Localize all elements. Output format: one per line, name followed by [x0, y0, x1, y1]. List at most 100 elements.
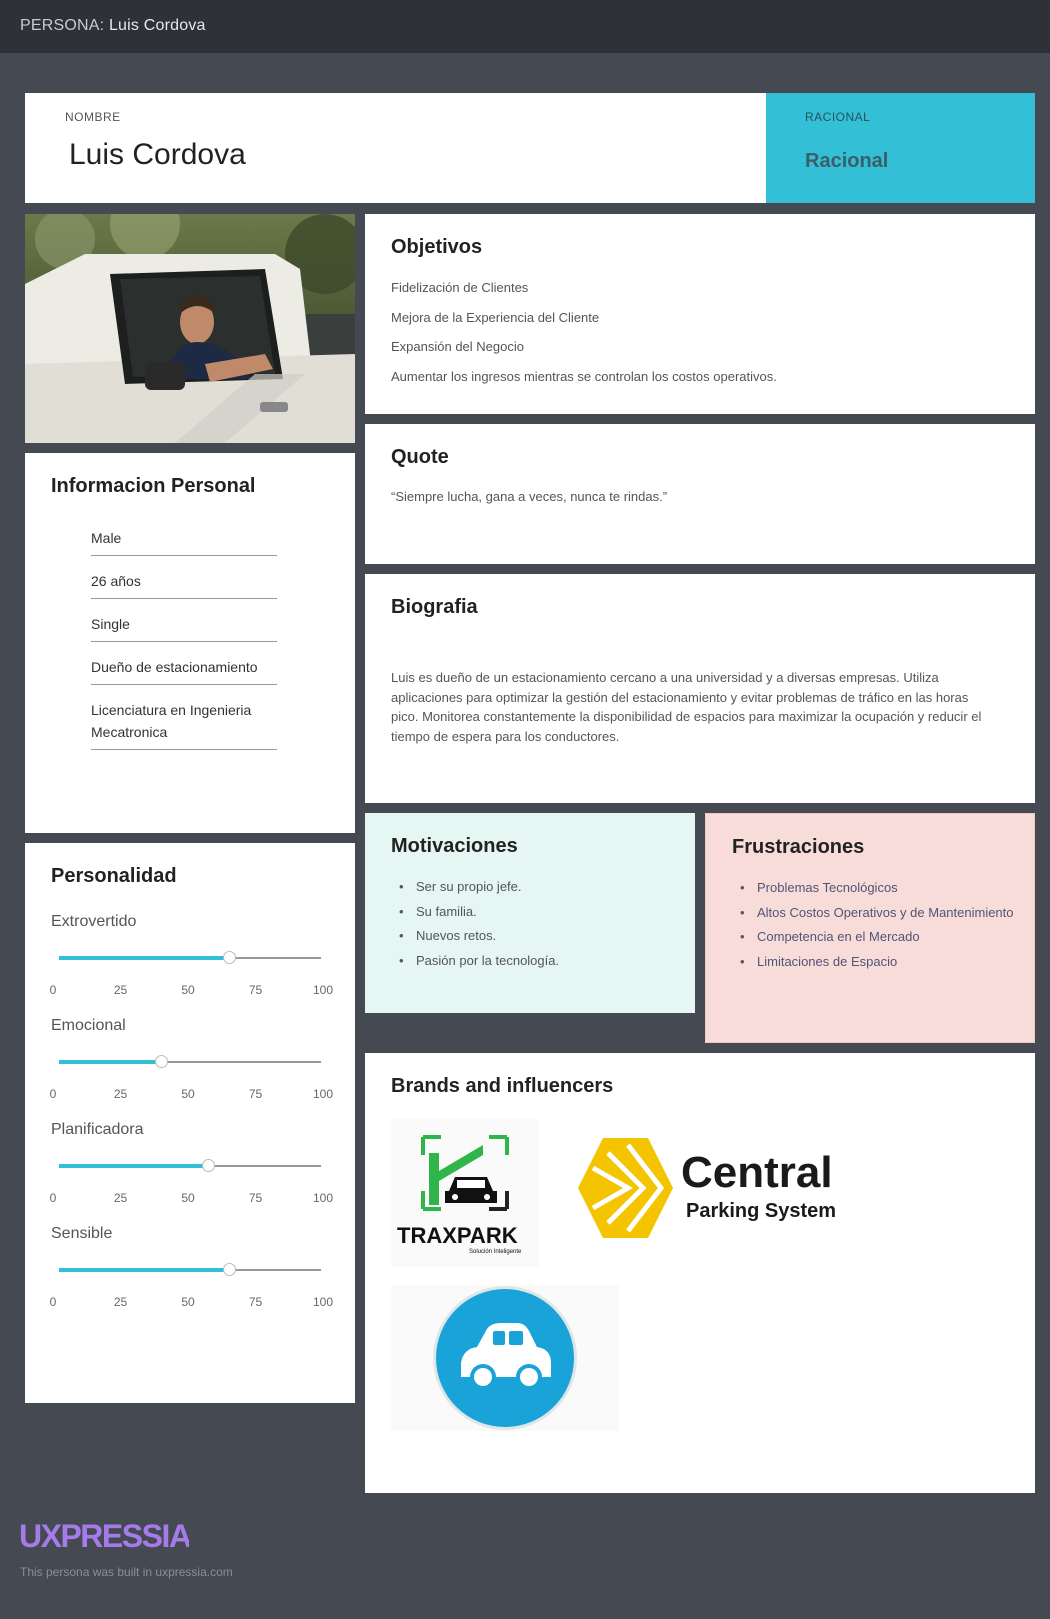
personal-info-card: Informacion Personal Male 26 años Single…: [25, 453, 355, 833]
objective-item: Fidelización de Clientes: [391, 280, 529, 295]
personality-card: Personalidad Extrovertido 0 25 50 75 100 Emoci…: [25, 843, 355, 1403]
slider-tick-label: 75: [248, 983, 263, 997]
slider-fill: [59, 1268, 230, 1272]
motivations-list: Ser su propio jefe. Su familia. Nuevos r…: [391, 877, 681, 975]
frustration-item: Competencia en el Mercado: [732, 927, 1022, 946]
info-occupation: Dueño de estacionamiento: [91, 650, 277, 685]
frustration-item: Problemas Tecnológicos: [732, 878, 1022, 897]
slider-track[interactable]: [59, 951, 321, 964]
slider-handle[interactable]: [155, 1055, 169, 1068]
info-gender: Male: [91, 521, 277, 556]
persona-title: PERSONA: Luis Cordova: [20, 17, 206, 35]
slider-track[interactable]: [59, 1055, 321, 1068]
objectives-card: Objetivos Fidelización de Clientes Mejor…: [365, 214, 1035, 414]
trait-slider: Planificadora 0 25 50 75 100: [49, 1121, 335, 1225]
frustrations-list: Problemas Tecnológicos Altos Costos Oper…: [732, 878, 1022, 976]
slider-tick-label: 25: [113, 983, 128, 997]
persona-photo: [25, 214, 355, 443]
slider-tick-label: 75: [248, 1295, 263, 1309]
traxpark-logo-text: TRAXPARK: [397, 1223, 518, 1248]
info-status: Single: [91, 607, 277, 642]
slider-scale: 0 25 50 75 100: [49, 983, 335, 999]
slider-scale: 0 25 50 75 100: [49, 1295, 335, 1311]
slider-tick-label: 100: [312, 983, 334, 997]
brands-card: Brands and influencers TRAXPARK Solución…: [365, 1053, 1035, 1493]
motivation-item: Nuevos retos.: [391, 926, 681, 945]
car-app-logo: [391, 1285, 619, 1431]
trait-slider: Sensible 0 25 50 75 100: [49, 1225, 335, 1329]
central-parking-logo: Central Parking System: [573, 1133, 853, 1243]
trait-name: Extrovertido: [51, 913, 137, 930]
traxpark-logo: TRAXPARK Solución Inteligente: [391, 1119, 539, 1267]
slider-scale: 0 25 50 75 100: [49, 1087, 335, 1103]
slider-tick-label: 100: [312, 1087, 334, 1101]
slider-handle[interactable]: [223, 1263, 237, 1276]
slider-tick-label: 25: [113, 1295, 128, 1309]
name-card: NOMBRE Luis Cordova: [25, 93, 766, 203]
name-value: Luis Cordova: [69, 138, 246, 171]
personal-info-title: Informacion Personal: [51, 475, 256, 497]
frustrations-title: Frustraciones: [732, 836, 865, 858]
frustrations-card: Frustraciones Problemas Tecnológicos Alt…: [705, 813, 1035, 1043]
objective-item: Mejora de la Experiencia del Cliente: [391, 309, 600, 325]
trait-name: Sensible: [51, 1225, 113, 1242]
footer-note: This persona was built in uxpressia.com: [20, 1565, 233, 1579]
slider-fill: [59, 956, 230, 960]
quote-title: Quote: [391, 446, 449, 468]
quote-text: “Siempre lucha, gana a veces, nunca te r…: [391, 489, 668, 504]
traxpark-logo-tagline: Solución Inteligente: [469, 1249, 522, 1255]
trait-name: Emocional: [51, 1017, 126, 1034]
quote-card: Quote “Siempre lucha, gana a veces, nunc…: [365, 424, 1035, 564]
slider-tick-label: 0: [49, 1295, 57, 1309]
slider-tick-label: 50: [181, 1087, 195, 1101]
central-logo-text: Central: [681, 1148, 833, 1197]
biography-title: Biografia: [391, 596, 478, 618]
motivation-item: Ser su propio jefe.: [391, 877, 681, 896]
trait-slider: Extrovertido 0 25 50 75 100: [49, 913, 335, 1017]
objective-item: Expansión del Negocio: [391, 339, 524, 354]
slider-fill: [59, 1060, 162, 1064]
frustration-item: Altos Costos Operativos y de Mantenimien…: [732, 903, 1022, 922]
motivations-card: Motivaciones Ser su propio jefe. Su fami…: [365, 813, 695, 1013]
persona-photo-illustration: [25, 214, 355, 443]
persona-type-label: RACIONAL: [805, 110, 871, 124]
slider-tick-label: 0: [49, 1191, 57, 1205]
info-education: Licenciatura en Ingenieria Mecatronica: [91, 693, 277, 750]
top-bar: PERSONA: Luis Cordova: [0, 0, 1050, 53]
slider-tick-label: 50: [181, 1295, 195, 1309]
motivation-item: Su familia.: [391, 902, 681, 921]
slider-tick-label: 25: [113, 1087, 128, 1101]
persona-type-card: RACIONAL Racional: [766, 93, 1035, 203]
biography-text: Luis es dueño de un estacionamiento cerc…: [391, 670, 982, 744]
objective-item: Aumentar los ingresos mientras se contro…: [391, 368, 777, 384]
slider-handle[interactable]: [223, 951, 237, 964]
name-label: NOMBRE: [65, 110, 121, 124]
slider-track[interactable]: [59, 1159, 321, 1172]
slider-tick-label: 50: [181, 983, 195, 997]
personal-info-list: Male 26 años Single Dueño de estacionami…: [91, 521, 277, 758]
slider-tick-label: 0: [49, 1087, 57, 1101]
trait-slider: Emocional 0 25 50 75 100: [49, 1017, 335, 1121]
frustration-item: Limitaciones de Espacio: [732, 952, 1022, 971]
central-logo-tagline: Parking System: [686, 1200, 836, 1222]
slider-tick-label: 100: [312, 1191, 334, 1205]
slider-tick-label: 75: [248, 1191, 263, 1205]
info-age: 26 años: [91, 564, 277, 599]
motivation-item: Pasión por la tecnología.: [391, 951, 681, 970]
personality-title: Personalidad: [51, 865, 177, 887]
brands-title: Brands and influencers: [391, 1075, 614, 1097]
uxpressia-logo-text: UXPRESSIA: [19, 1518, 189, 1554]
slider-fill: [59, 1164, 209, 1168]
objectives-title: Objetivos: [391, 236, 483, 258]
motivations-title: Motivaciones: [391, 835, 518, 857]
slider-track[interactable]: [59, 1263, 321, 1276]
persona-type-value: Racional: [805, 150, 889, 172]
slider-tick-label: 50: [181, 1191, 195, 1205]
slider-tick-label: 100: [312, 1295, 334, 1309]
trait-name: Planificadora: [51, 1121, 144, 1138]
biography-card: Biografia Luis es dueño de un estacionam…: [365, 574, 1035, 803]
uxpressia-logo[interactable]: UXPRESSIA: [19, 1518, 193, 1554]
slider-handle[interactable]: [202, 1159, 216, 1172]
slider-tick-label: 0: [49, 983, 57, 997]
slider-scale: 0 25 50 75 100: [49, 1191, 335, 1207]
